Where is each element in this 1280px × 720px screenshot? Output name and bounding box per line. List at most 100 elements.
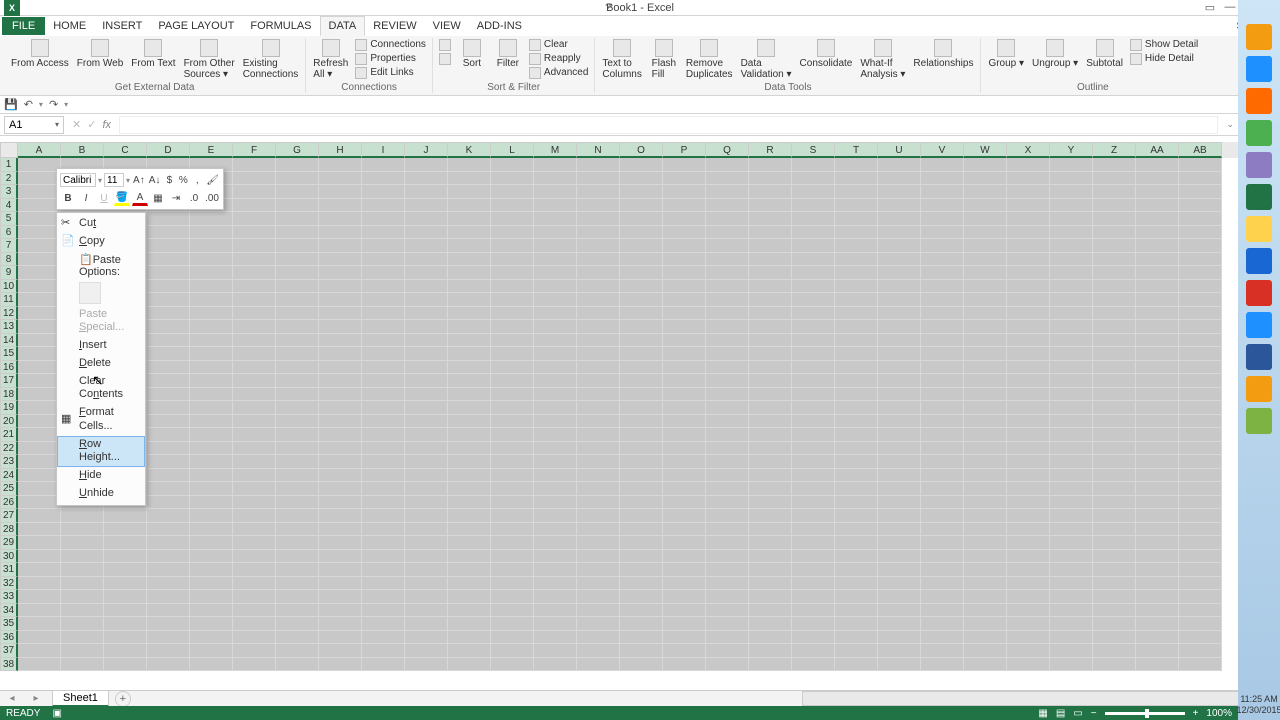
cell[interactable] (405, 347, 448, 361)
cell[interactable] (534, 563, 577, 577)
row-header-38[interactable]: 38 (0, 658, 18, 672)
tab-insert[interactable]: INSERT (94, 17, 150, 35)
cell[interactable] (448, 590, 491, 604)
cell[interactable] (1179, 226, 1222, 240)
cell[interactable] (276, 388, 319, 402)
cell[interactable] (448, 374, 491, 388)
cell[interactable] (1179, 307, 1222, 321)
cell[interactable] (1136, 361, 1179, 375)
cell[interactable] (319, 644, 362, 658)
ctx-row-height[interactable]: Row Height... (57, 436, 145, 468)
cell[interactable] (1007, 617, 1050, 631)
cell[interactable] (835, 617, 878, 631)
tab-data[interactable]: DATA (320, 16, 366, 36)
cell[interactable] (405, 253, 448, 267)
cell[interactable] (491, 401, 534, 415)
cell[interactable] (405, 239, 448, 253)
cell[interactable] (18, 604, 61, 618)
cell[interactable] (362, 631, 405, 645)
cell[interactable] (1007, 523, 1050, 537)
cell[interactable] (491, 212, 534, 226)
cell[interactable] (147, 226, 190, 240)
cell[interactable] (18, 320, 61, 334)
cell[interactable] (1050, 577, 1093, 591)
cell[interactable] (620, 185, 663, 199)
cell[interactable] (706, 469, 749, 483)
cell[interactable] (620, 347, 663, 361)
cell[interactable] (276, 428, 319, 442)
taskbar-app-icon[interactable] (1246, 280, 1272, 306)
cell[interactable] (835, 199, 878, 213)
cell[interactable] (319, 469, 362, 483)
cell[interactable] (1007, 442, 1050, 456)
cell[interactable] (319, 577, 362, 591)
cell[interactable] (663, 185, 706, 199)
spreadsheet-grid[interactable]: ABCDEFGHIJKLMNOPQRSTUVWXYZAAAB 123456789… (0, 142, 1238, 690)
cell[interactable] (405, 388, 448, 402)
cell[interactable] (448, 631, 491, 645)
cell[interactable] (706, 374, 749, 388)
sort-button[interactable]: Sort (455, 38, 489, 70)
taskbar-app-icon[interactable] (1246, 248, 1272, 274)
cell[interactable] (18, 469, 61, 483)
cell[interactable] (921, 172, 964, 186)
cell[interactable] (448, 536, 491, 550)
cell[interactable] (663, 631, 706, 645)
cell[interactable] (749, 509, 792, 523)
ctx-hide[interactable]: Hide (57, 467, 145, 485)
cell[interactable] (276, 455, 319, 469)
cell[interactable] (18, 644, 61, 658)
cell[interactable] (405, 374, 448, 388)
cell[interactable] (190, 523, 233, 537)
cell[interactable] (104, 563, 147, 577)
cell[interactable] (835, 482, 878, 496)
cell[interactable] (1179, 320, 1222, 334)
cell[interactable] (749, 401, 792, 415)
cell[interactable] (104, 658, 147, 672)
cell[interactable] (362, 266, 405, 280)
cell[interactable] (1136, 158, 1179, 172)
cell[interactable] (964, 496, 1007, 510)
cell[interactable] (534, 442, 577, 456)
column-header-U[interactable]: U (878, 142, 921, 158)
cell[interactable] (405, 334, 448, 348)
increase-font-icon[interactable]: A↑ (132, 172, 146, 188)
cell[interactable] (835, 307, 878, 321)
row-header-10[interactable]: 10 (0, 280, 18, 294)
cell[interactable] (706, 280, 749, 294)
cell[interactable] (362, 523, 405, 537)
cell[interactable] (1179, 266, 1222, 280)
cell[interactable] (319, 455, 362, 469)
cell[interactable] (1136, 455, 1179, 469)
from-other-sources-button[interactable]: From Other Sources ▾ (181, 38, 238, 81)
cell[interactable] (964, 293, 1007, 307)
cell[interactable] (147, 266, 190, 280)
cell[interactable] (835, 172, 878, 186)
ribbon-display-icon[interactable]: ▭ (1200, 1, 1220, 14)
cell[interactable] (792, 523, 835, 537)
cell[interactable] (18, 158, 61, 172)
cell[interactable] (534, 509, 577, 523)
cell[interactable] (319, 496, 362, 510)
cell[interactable] (749, 212, 792, 226)
cell[interactable] (233, 428, 276, 442)
filter-button[interactable]: Filter (491, 38, 525, 70)
cell[interactable] (104, 536, 147, 550)
cell[interactable] (1050, 455, 1093, 469)
cell[interactable] (1093, 374, 1136, 388)
borders-icon[interactable]: ▦ (150, 190, 166, 206)
cell[interactable] (233, 482, 276, 496)
cell[interactable] (1007, 307, 1050, 321)
tab-home[interactable]: HOME (45, 17, 94, 35)
cell[interactable] (1136, 577, 1179, 591)
column-header-L[interactable]: L (491, 142, 534, 158)
cell[interactable] (448, 253, 491, 267)
cell[interactable] (18, 631, 61, 645)
cell[interactable] (792, 496, 835, 510)
cell[interactable] (706, 415, 749, 429)
cell[interactable] (964, 428, 1007, 442)
cell[interactable] (233, 577, 276, 591)
cell[interactable] (18, 428, 61, 442)
cell[interactable] (276, 401, 319, 415)
cell[interactable] (1050, 496, 1093, 510)
